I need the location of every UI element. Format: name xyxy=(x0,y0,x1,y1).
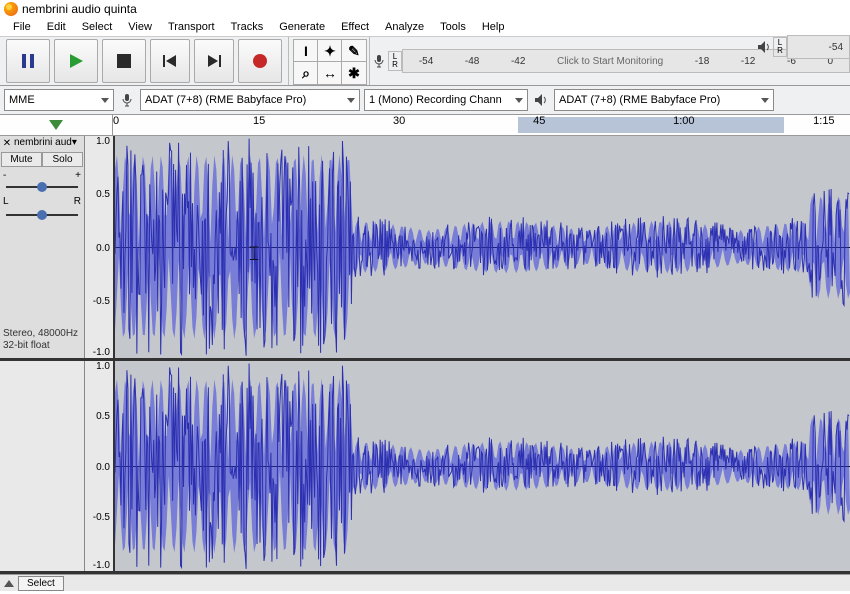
play-lr-label: LR xyxy=(773,37,787,57)
menu-generate[interactable]: Generate xyxy=(272,20,332,34)
audio-host-combo[interactable]: MME xyxy=(4,89,114,111)
skip-end-button[interactable] xyxy=(194,39,234,83)
track-close-button[interactable]: ✕ xyxy=(2,138,12,148)
gain-slider[interactable] xyxy=(6,184,78,190)
menu-effect[interactable]: Effect xyxy=(334,20,376,34)
collapse-icon[interactable] xyxy=(4,580,14,587)
draw-tool[interactable]: ✎ xyxy=(341,39,367,63)
bottom-toolbar: Select xyxy=(0,574,850,591)
pause-button[interactable] xyxy=(6,39,50,83)
amplitude-scale: 1.0 0.5 0.0 -0.5 -1.0 xyxy=(85,136,114,358)
menu-help[interactable]: Help xyxy=(475,20,512,34)
amplitude-scale: 1.0 0.5 0.0 -0.5 -1.0 xyxy=(85,361,114,571)
track-1-channel-2: 1.0 0.5 0.0 -0.5 -1.0 xyxy=(0,361,850,574)
play-button[interactable] xyxy=(54,39,98,83)
zoom-tool[interactable]: ⌕ xyxy=(293,61,319,85)
microphone-icon xyxy=(118,91,136,109)
playback-device-combo[interactable]: ADAT (7+8) (RME Babyface Pro) xyxy=(554,89,774,111)
multi-tool[interactable]: ✱ xyxy=(341,61,367,85)
waveform-channel-2[interactable] xyxy=(114,361,850,571)
speaker-icon xyxy=(755,38,773,56)
cursor-ibeam-icon: 𝙸 xyxy=(247,243,261,266)
menu-view[interactable]: View xyxy=(121,20,159,34)
tool-group: I ✦ ✎ ⌕ ↔ ✱ xyxy=(289,37,370,85)
ruler-ticks: 0 15 30 45 1:00 1:15 xyxy=(113,115,850,135)
menu-tools[interactable]: Tools xyxy=(433,20,473,34)
speaker-icon xyxy=(532,91,550,109)
playback-meter[interactable]: LR -54 xyxy=(755,36,850,58)
skip-start-button[interactable] xyxy=(150,39,190,83)
device-toolbar: MME ADAT (7+8) (RME Babyface Pro) 1 (Mon… xyxy=(0,86,850,115)
title-bar: nembrini audio quinta xyxy=(0,0,850,18)
rec-lr-label: LR xyxy=(388,51,402,71)
envelope-tool[interactable]: ✦ xyxy=(317,39,343,63)
waveform-channel-1[interactable]: 𝙸 xyxy=(114,136,850,358)
menu-edit[interactable]: Edit xyxy=(40,20,73,34)
recording-device-combo[interactable]: ADAT (7+8) (RME Babyface Pro) xyxy=(140,89,360,111)
track-1: ✕ nembrini aud▾ Mute Solo -+ LR Stereo, … xyxy=(0,136,850,361)
mute-button[interactable]: Mute xyxy=(1,152,42,167)
record-button[interactable] xyxy=(238,39,282,83)
timeline-selection[interactable] xyxy=(518,117,783,133)
microphone-icon xyxy=(370,52,388,70)
track-name[interactable]: nembrini aud▾ xyxy=(14,137,82,151)
menu-tracks[interactable]: Tracks xyxy=(224,20,271,34)
menu-analyze[interactable]: Analyze xyxy=(378,20,431,34)
menu-select[interactable]: Select xyxy=(75,20,120,34)
scroll-indicator-icon xyxy=(49,120,63,130)
transport-group xyxy=(0,37,289,85)
track-format-label: Stereo, 48000Hz32-bit float xyxy=(3,328,78,352)
track-control-panel: ✕ nembrini aud▾ Mute Solo -+ LR Stereo, … xyxy=(0,136,85,358)
menu-transport[interactable]: Transport xyxy=(161,20,222,34)
app-icon xyxy=(4,2,18,16)
timeshift-tool[interactable]: ↔ xyxy=(317,61,343,85)
pan-slider[interactable] xyxy=(6,212,78,218)
stop-button[interactable] xyxy=(102,39,146,83)
window-title: nembrini audio quinta xyxy=(22,2,137,16)
select-button[interactable]: Select xyxy=(18,576,64,591)
selection-tool[interactable]: I xyxy=(293,39,319,63)
tracks-area: ✕ nembrini aud▾ Mute Solo -+ LR Stereo, … xyxy=(0,136,850,574)
menu-file[interactable]: File xyxy=(6,20,38,34)
main-toolbar: I ✦ ✎ ⌕ ↔ ✱ LR -54 -48 -42 Click to Star… xyxy=(0,36,850,86)
meters: LR -54 -48 -42 Click to Start Monitoring… xyxy=(370,37,850,85)
ruler-gutter xyxy=(0,115,113,135)
track-control-spacer xyxy=(0,361,85,571)
menu-bar: File Edit Select View Transport Tracks G… xyxy=(0,18,850,36)
timeline-ruler[interactable]: 0 15 30 45 1:00 1:15 xyxy=(0,115,850,136)
solo-button[interactable]: Solo xyxy=(42,152,83,167)
playback-meter-bar[interactable]: -54 xyxy=(787,35,850,59)
recording-channels-combo[interactable]: 1 (Mono) Recording Chann xyxy=(364,89,528,111)
